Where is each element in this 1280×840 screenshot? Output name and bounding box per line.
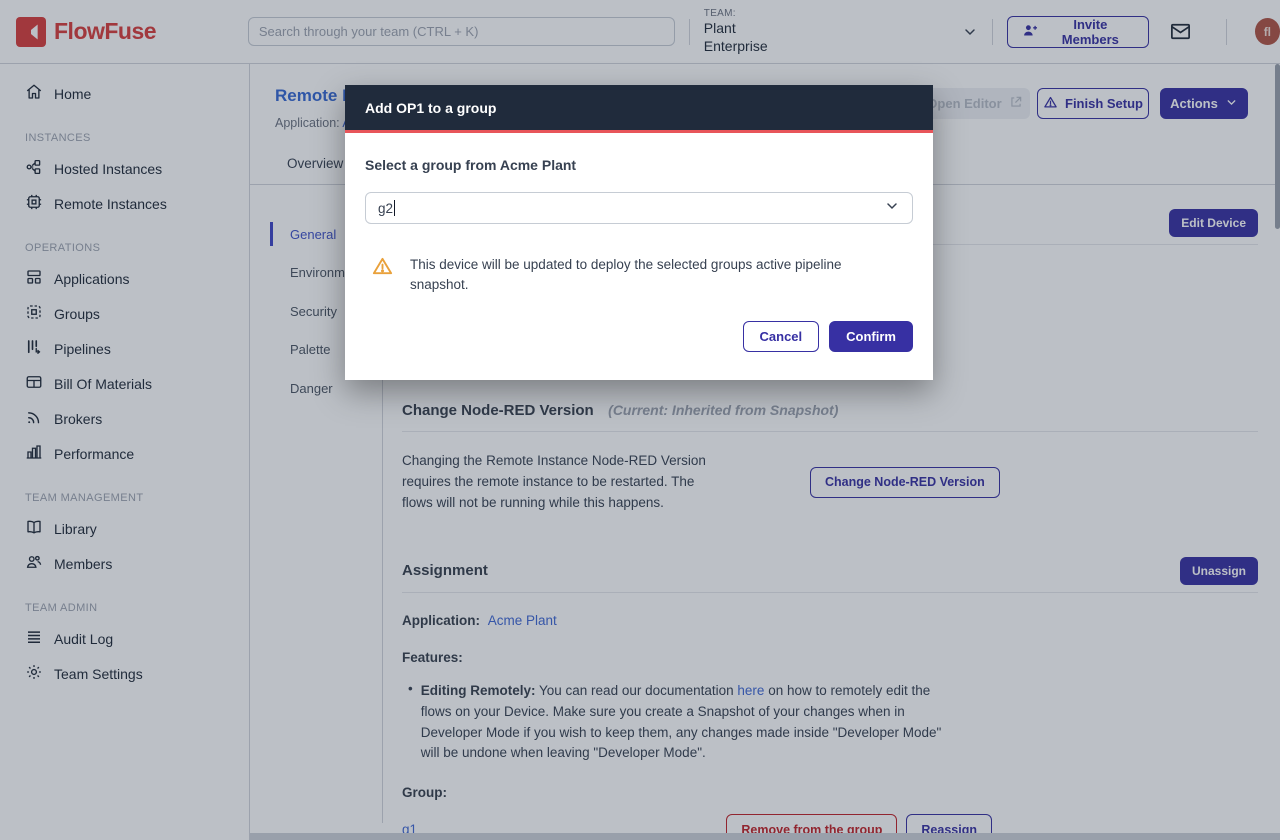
warning-triangle-icon — [371, 255, 394, 294]
chevron-down-icon — [884, 198, 900, 219]
confirm-button[interactable]: Confirm — [829, 321, 913, 352]
flowfuse-app: FlowFuse TEAM: Plant Enterprise Invite M… — [0, 0, 1280, 840]
group-select-label: Select a group from Acme Plant — [365, 157, 913, 173]
modal-body: Select a group from Acme Plant g2 This d… — [345, 133, 933, 352]
modal-header: Add OP1 to a group — [345, 85, 933, 133]
modal-title: Add OP1 to a group — [365, 100, 496, 116]
warning-text: This device will be updated to deploy th… — [410, 255, 880, 294]
group-select[interactable]: g2 — [365, 192, 913, 224]
text-cursor — [394, 200, 395, 216]
group-select-value: g2 — [378, 201, 393, 216]
warning-message: This device will be updated to deploy th… — [365, 255, 913, 294]
cancel-button[interactable]: Cancel — [743, 321, 820, 352]
add-to-group-modal: Add OP1 to a group Select a group from A… — [345, 85, 933, 380]
modal-actions: Cancel Confirm — [365, 321, 913, 352]
